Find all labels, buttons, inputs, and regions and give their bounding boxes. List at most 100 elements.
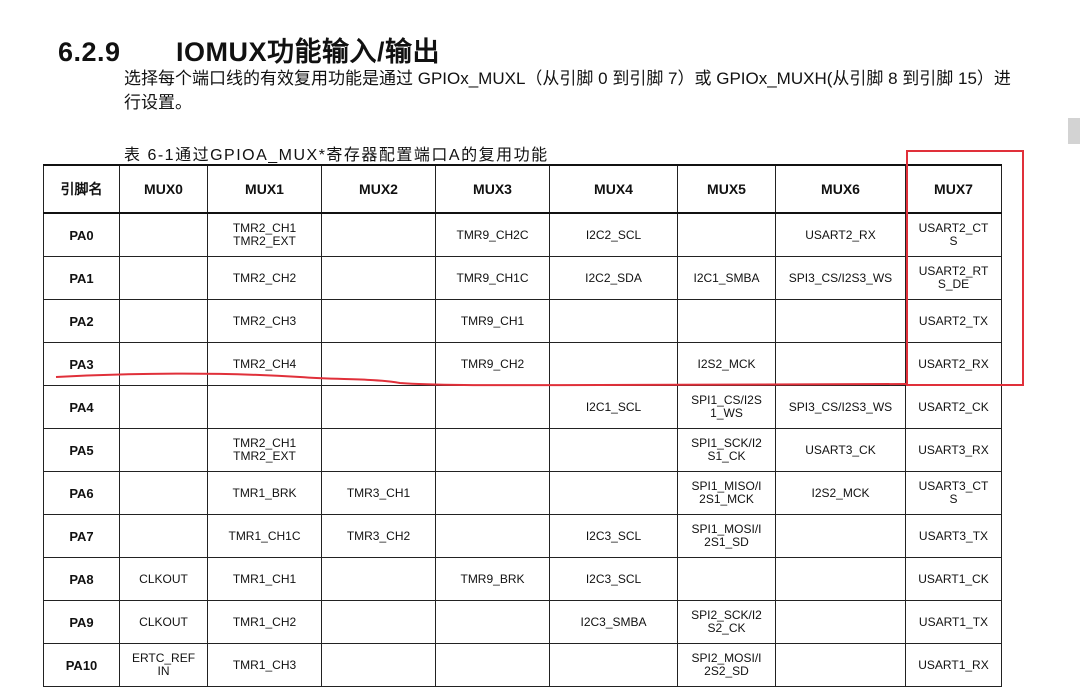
mux-cell: USART3_RX [905, 428, 1002, 472]
mux-cell [119, 342, 208, 386]
mux-cell [119, 212, 208, 257]
mux-cell: TMR9_CH2C [435, 212, 550, 257]
mux-cell: USART1_TX [905, 600, 1002, 644]
section-title: IOMUX功能输入/输出 [176, 37, 441, 67]
mux-cell: USART2_TX [905, 299, 1002, 343]
mux-cell: SPI3_CS/I2S3_WS [775, 385, 906, 429]
mux-cell: CLKOUT [119, 557, 208, 601]
mux-cell: TMR9_CH1C [435, 256, 550, 300]
mux-cell [435, 643, 550, 687]
mux-cell [435, 471, 550, 515]
mux-cell [677, 299, 776, 343]
table-row: PA9 CLKOUT TMR1_CH2 I2C3_SMBA SPI2_SCK/I2 S2_… [43, 600, 1002, 644]
table-row: PA7 TMR1_CH1C TMR3_CH2 I2C3_SCL SPI1_MOSI/I 2… [43, 514, 1002, 558]
mux-cell [435, 428, 550, 472]
mux-cell [549, 342, 678, 386]
mux-cell [435, 514, 550, 558]
mux-cell: USART3_CT S [905, 471, 1002, 515]
mux-cell: USART2_RX [905, 342, 1002, 386]
pin-name-cell: PA8 [43, 557, 120, 601]
column-header: MUX5 [677, 164, 776, 214]
intro-paragraph: 选择每个端口线的有效复用功能是通过 GPIOx_MUXL（从引脚 0 到引脚 7… [124, 69, 1011, 112]
mux-cell [321, 299, 436, 343]
mux-cell [677, 212, 776, 257]
mux-cell: I2C2_SCL [549, 212, 678, 257]
mux-cell: TMR2_CH3 [207, 299, 322, 343]
table-row: PA1 TMR2_CH2 TMR9_CH1C I2C2_SDA I2C1_SMBA SPI… [43, 256, 1002, 300]
mux-cell: USART2_CT S [905, 212, 1002, 257]
mux-cell [321, 385, 436, 429]
mux-table: 引脚名 MUX0 MUX1 MUX2 MUX3 MUX4 MUX5 MUX6 MUX7 PA0 T… [43, 164, 1002, 687]
pin-name-cell: PA6 [43, 471, 120, 515]
mux-cell: SPI2_SCK/I2 S2_CK [677, 600, 776, 644]
mux-cell [321, 342, 436, 386]
column-header: 引脚名 [43, 164, 120, 214]
mux-cell: I2C3_SCL [549, 557, 678, 601]
mux-cell [549, 428, 678, 472]
table-row: PA3 TMR2_CH4 TMR9_CH2 I2S2_MCK USART2_RX [43, 342, 1002, 386]
mux-cell [435, 600, 550, 644]
mux-cell [321, 428, 436, 472]
mux-cell [119, 256, 208, 300]
table-header-row: 引脚名 MUX0 MUX1 MUX2 MUX3 MUX4 MUX5 MUX6 MUX7 [43, 164, 1002, 214]
mux-cell [775, 514, 906, 558]
mux-cell: TMR1_CH1 [207, 557, 322, 601]
mux-cell: USART2_RT S_DE [905, 256, 1002, 300]
pin-name-cell: PA1 [43, 256, 120, 300]
mux-cell [119, 471, 208, 515]
mux-cell: TMR3_CH2 [321, 514, 436, 558]
mux-cell: ERTC_REF IN [119, 643, 208, 687]
table-row: PA6 TMR1_BRK TMR3_CH1 SPI1_MISO/I 2S1_MCK I2S… [43, 471, 1002, 515]
mux-cell [321, 212, 436, 257]
mux-cell [775, 557, 906, 601]
pin-name-cell: PA5 [43, 428, 120, 472]
column-header: MUX4 [549, 164, 678, 214]
table-row: PA10 ERTC_REF IN TMR1_CH3 SPI2_MOSI/I 2S2_SD U… [43, 643, 1002, 687]
mux-cell: I2C1_SMBA [677, 256, 776, 300]
table-row: PA8 CLKOUT TMR1_CH1 TMR9_BRK I2C3_SCL USART1_… [43, 557, 1002, 601]
section-heading: 6.2.9 IOMUX功能输入/输出 [58, 30, 440, 69]
mux-cell: TMR9_BRK [435, 557, 550, 601]
mux-cell [119, 299, 208, 343]
mux-cell: USART3_CK [775, 428, 906, 472]
mux-cell [775, 643, 906, 687]
mux-cell: I2S2_MCK [677, 342, 776, 386]
mux-cell [775, 600, 906, 644]
mux-cell [775, 342, 906, 386]
section-number: 6.2.9 [58, 37, 121, 67]
mux-cell [775, 299, 906, 343]
pin-name-cell: PA10 [43, 643, 120, 687]
mux-cell: TMR1_CH3 [207, 643, 322, 687]
mux-cell [321, 600, 436, 644]
mux-cell: CLKOUT [119, 600, 208, 644]
column-header: MUX3 [435, 164, 550, 214]
scrollbar-thumb[interactable] [1068, 118, 1080, 144]
mux-cell [435, 385, 550, 429]
mux-cell: I2C3_SMBA [549, 600, 678, 644]
pin-name-cell: PA2 [43, 299, 120, 343]
mux-cell [549, 643, 678, 687]
mux-cell [321, 256, 436, 300]
mux-cell: I2C2_SDA [549, 256, 678, 300]
mux-cell: USART3_TX [905, 514, 1002, 558]
mux-cell: TMR1_CH2 [207, 600, 322, 644]
mux-cell: TMR2_CH1 TMR2_EXT [207, 212, 322, 257]
mux-cell: TMR2_CH2 [207, 256, 322, 300]
column-header: MUX0 [119, 164, 208, 214]
mux-cell [119, 428, 208, 472]
mux-cell: TMR2_CH1 TMR2_EXT [207, 428, 322, 472]
mux-cell: I2S2_MCK [775, 471, 906, 515]
mux-cell: SPI1_MISO/I 2S1_MCK [677, 471, 776, 515]
pin-name-cell: PA7 [43, 514, 120, 558]
mux-cell: SPI2_MOSI/I 2S2_SD [677, 643, 776, 687]
mux-cell: I2C1_SCL [549, 385, 678, 429]
mux-cell [549, 471, 678, 515]
mux-cell: USART2_CK [905, 385, 1002, 429]
table-row: PA0 TMR2_CH1 TMR2_EXT TMR9_CH2C I2C2_SCL USAR… [43, 212, 1002, 257]
pin-name-cell: PA4 [43, 385, 120, 429]
column-header: MUX7 [905, 164, 1002, 214]
column-header: MUX2 [321, 164, 436, 214]
table-row: PA2 TMR2_CH3 TMR9_CH1 USART2_TX [43, 299, 1002, 343]
table-row: PA4 I2C1_SCL SPI1_CS/I2S 1_WS SPI3_CS/I2S3_W… [43, 385, 1002, 429]
table-caption: 表 6-1通过GPIOA_MUX*寄存器配置端口A的复用功能 [124, 147, 549, 164]
